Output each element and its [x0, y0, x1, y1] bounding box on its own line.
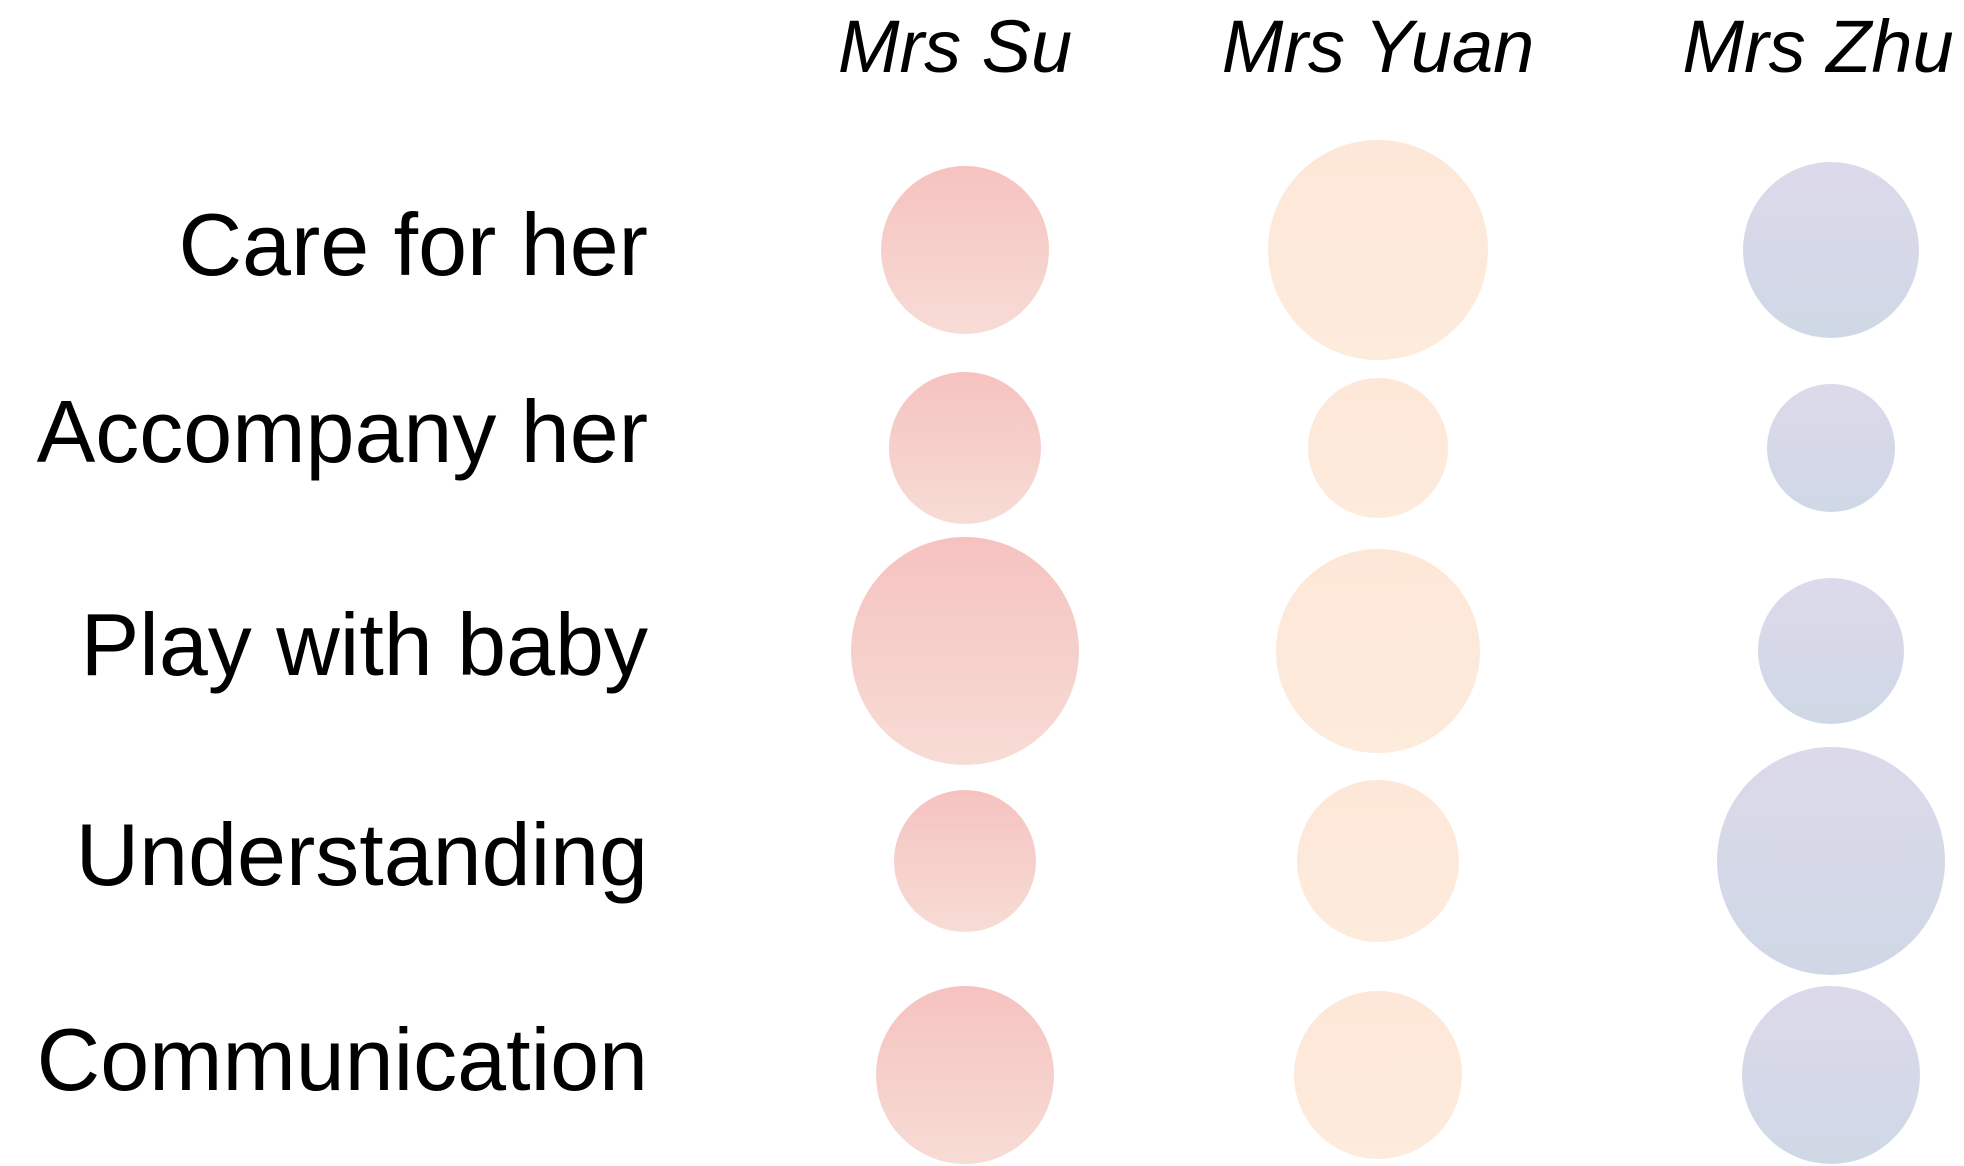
bubble-understanding-mrs-zhu: [1717, 747, 1945, 975]
column-label-mrs-zhu: Mrs Zhu: [1682, 5, 1953, 88]
bubble-accompany-her-mrs-yuan: [1308, 378, 1448, 518]
bubble-accompany-her-mrs-zhu: [1767, 384, 1895, 512]
bubble-care-for-her-mrs-su: [881, 166, 1049, 334]
bubble-accompany-her-mrs-su: [889, 372, 1041, 524]
bubble-communication-mrs-zhu: [1742, 986, 1920, 1164]
bubble-play-with-baby-mrs-zhu: [1758, 578, 1904, 724]
column-labels: Mrs Su Mrs Yuan Mrs Zhu: [838, 5, 1954, 88]
column-label-mrs-su: Mrs Su: [838, 5, 1072, 88]
row-label-communication: Communication: [37, 1010, 648, 1109]
row-label-play-with-baby: Play with baby: [81, 595, 648, 694]
bubble-play-with-baby-mrs-su: [851, 537, 1079, 765]
bubble-understanding-mrs-yuan: [1297, 780, 1459, 942]
bubble-communication-mrs-yuan: [1294, 991, 1462, 1159]
column-label-mrs-yuan: Mrs Yuan: [1222, 5, 1535, 88]
bubbles: [851, 140, 1945, 1164]
row-label-accompany-her: Accompany her: [37, 382, 648, 481]
bubble-play-with-baby-mrs-yuan: [1276, 549, 1480, 753]
bubble-communication-mrs-su: [876, 986, 1054, 1164]
bubble-care-for-her-mrs-zhu: [1743, 162, 1919, 338]
bubble-understanding-mrs-su: [894, 790, 1036, 932]
row-labels: Care for her Accompany her Play with bab…: [37, 195, 648, 1109]
bubble-chart: Mrs Su Mrs Yuan Mrs Zhu Care for her Acc…: [37, 5, 1954, 1164]
row-label-understanding: Understanding: [76, 805, 648, 904]
bubble-care-for-her-mrs-yuan: [1268, 140, 1488, 360]
row-label-care-for-her: Care for her: [178, 195, 648, 294]
